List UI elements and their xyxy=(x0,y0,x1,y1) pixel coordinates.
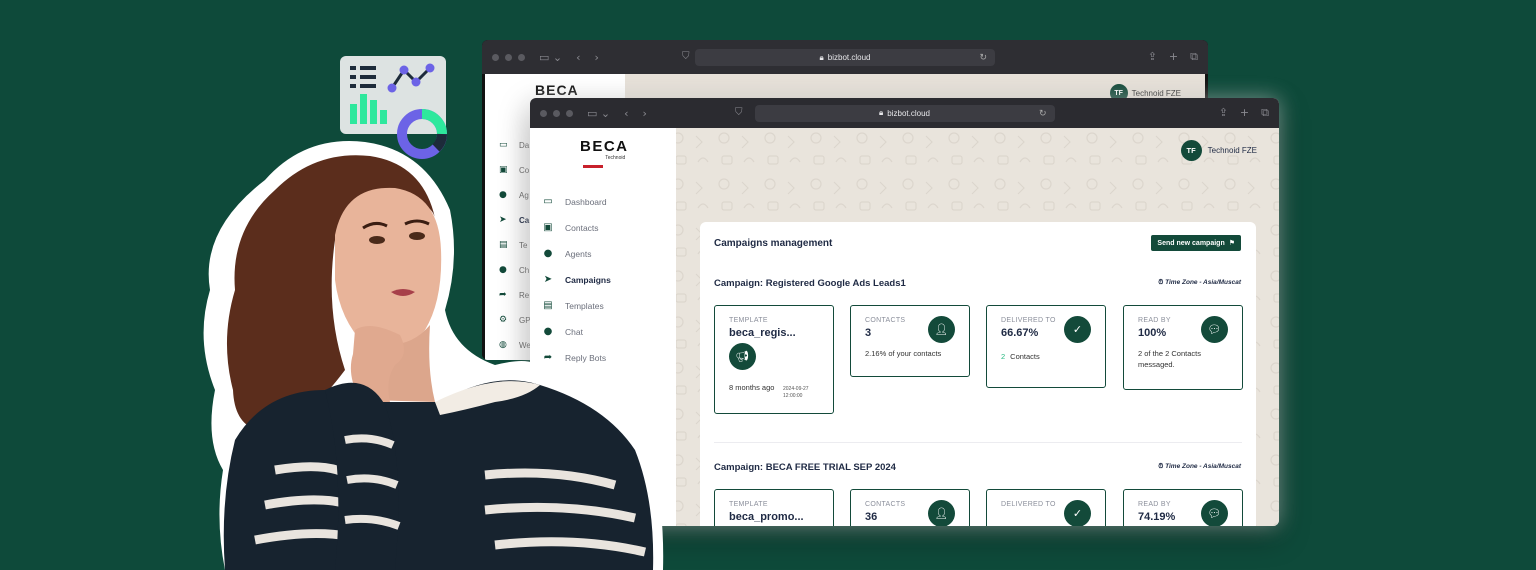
template-name: beca_promo... xyxy=(729,511,804,524)
timezone-label: ⏰︎ Time Zone - Asia/Muscat xyxy=(1158,278,1241,286)
back-browser-toolbar: ▭ ⌄ ‹ › ⛉ 🔒︎ bizbot.cloud ↻ ⇪ + ⧉ xyxy=(482,40,1208,74)
campaigns-panel: Campaigns management Send new campaign ⚑… xyxy=(700,222,1256,526)
card-label: CONTACTS xyxy=(865,317,906,324)
contacts-card[interactable]: CONTACTS 36 👤︎ xyxy=(850,489,970,526)
megaphone-icon: 📢︎ xyxy=(729,343,756,371)
shield-icon: ⛉ xyxy=(682,51,690,62)
card-label: DELIVERED TO xyxy=(1001,501,1056,508)
campaign-divider xyxy=(714,442,1242,443)
read-card[interactable]: READ BY 74.19% 💬︎ xyxy=(1123,489,1243,526)
browser-toolbar: ▭ ⌄ ‹ › ⛉ 🔒︎ bizbot.cloud ↻ ⇪ + ⧉ xyxy=(530,98,1279,128)
check-icon: ✓ xyxy=(1064,500,1091,526)
delivered-card[interactable]: DELIVERED TO ✓ xyxy=(986,489,1106,526)
chat-bubble-icon: 💬︎ xyxy=(1201,500,1228,526)
card-label: CONTACTS xyxy=(865,501,906,508)
contacts-card[interactable]: CONTACTS 3 👤︎ 2.16% of your contacts xyxy=(850,305,970,377)
check-icon: ✓ xyxy=(1064,316,1091,343)
alarm-clock-icon: ⏰︎ xyxy=(1158,462,1164,470)
avatar: TF xyxy=(1180,140,1202,161)
alarm-clock-icon: ⏰︎ xyxy=(1158,278,1164,286)
user-name: Technoid FZE xyxy=(1131,88,1181,98)
chat-bubble-icon: 💬︎ xyxy=(1201,316,1228,343)
template-card[interactable]: TEMPLATE beca_promo... xyxy=(714,489,834,526)
sidebar-toggle-icon[interactable]: ▭ ⌄ xyxy=(539,51,562,64)
template-name: beca_regis... xyxy=(729,327,796,340)
campaign-title: Campaign: Registered Google Ads Leads1 xyxy=(714,278,906,289)
address-bar[interactable]: 🔒︎ bizbot.cloud ↻ xyxy=(695,49,995,66)
thinking-woman-image xyxy=(203,141,664,570)
back-arrow-icon[interactable]: ‹ xyxy=(576,51,580,64)
card-label: TEMPLATE xyxy=(729,501,768,508)
template-date: 2024-09-27 12:00:00 xyxy=(783,386,809,399)
share-icon[interactable]: ⇪ xyxy=(1219,106,1228,120)
delivered-card[interactable]: DELIVERED TO 66.67% ✓ 2 Contacts xyxy=(986,305,1106,388)
lock-icon: 🔒︎ xyxy=(819,52,824,62)
lock-icon: 🔒︎ xyxy=(879,108,884,117)
window-controls[interactable] xyxy=(492,53,525,61)
delivered-contacts: 2 Contacts xyxy=(1001,352,1040,362)
flag-icon: ⚑ xyxy=(1228,239,1235,247)
analytics-dashboard-icon xyxy=(340,56,447,159)
tabs-icon[interactable]: ⧉ xyxy=(1261,106,1269,120)
forward-arrow-icon[interactable]: › xyxy=(595,51,599,64)
new-tab-icon[interactable]: + xyxy=(1240,106,1249,120)
card-label: TEMPLATE xyxy=(729,317,768,324)
campaign-title: Campaign: BECA FREE TRIAL SEP 2024 xyxy=(714,462,896,473)
back-arrow-icon[interactable]: ‹ xyxy=(624,107,628,120)
template-card[interactable]: TEMPLATE beca_regis... 📢︎ 8 months ago 2… xyxy=(714,305,834,414)
back-logo: BECA xyxy=(535,82,579,98)
sidebar-toggle-icon[interactable]: ▭ ⌄ xyxy=(587,107,610,120)
person-icon: 👤︎ xyxy=(928,500,955,526)
url-text: bizbot.cloud xyxy=(887,108,930,118)
url-text: bizbot.cloud xyxy=(827,53,871,62)
tabs-icon[interactable]: ⧉ xyxy=(1190,50,1198,64)
user-name: Technoid FZE xyxy=(1207,146,1257,155)
send-new-campaign-button[interactable]: Send new campaign ⚑ xyxy=(1151,235,1241,251)
window-controls[interactable] xyxy=(540,109,573,117)
card-label: DELIVERED TO xyxy=(1001,317,1056,324)
new-tab-icon[interactable]: + xyxy=(1169,50,1178,64)
shield-icon: ⛉ xyxy=(735,107,743,118)
share-icon[interactable]: ⇪ xyxy=(1148,50,1157,64)
person-icon: 👤︎ xyxy=(928,316,955,343)
timezone-label: ⏰︎ Time Zone - Asia/Muscat xyxy=(1158,462,1241,470)
address-bar[interactable]: 🔒︎ bizbot.cloud ↻ xyxy=(754,104,1055,122)
user-menu[interactable]: TF Technoid FZE xyxy=(1180,140,1257,161)
read-summary: 2 of the 2 Contacts messaged. xyxy=(1138,349,1201,370)
contacts-share: 2.16% of your contacts xyxy=(865,349,942,359)
card-label: READ BY xyxy=(1138,317,1171,324)
page-title: Campaigns management xyxy=(714,238,833,249)
card-label: READ BY xyxy=(1138,501,1171,508)
reload-icon[interactable]: ↻ xyxy=(1039,108,1047,119)
read-card[interactable]: READ BY 100% 💬︎ 2 of the 2 Contacts mess… xyxy=(1123,305,1243,390)
forward-arrow-icon[interactable]: › xyxy=(643,107,647,120)
reload-icon[interactable]: ↻ xyxy=(979,52,987,63)
